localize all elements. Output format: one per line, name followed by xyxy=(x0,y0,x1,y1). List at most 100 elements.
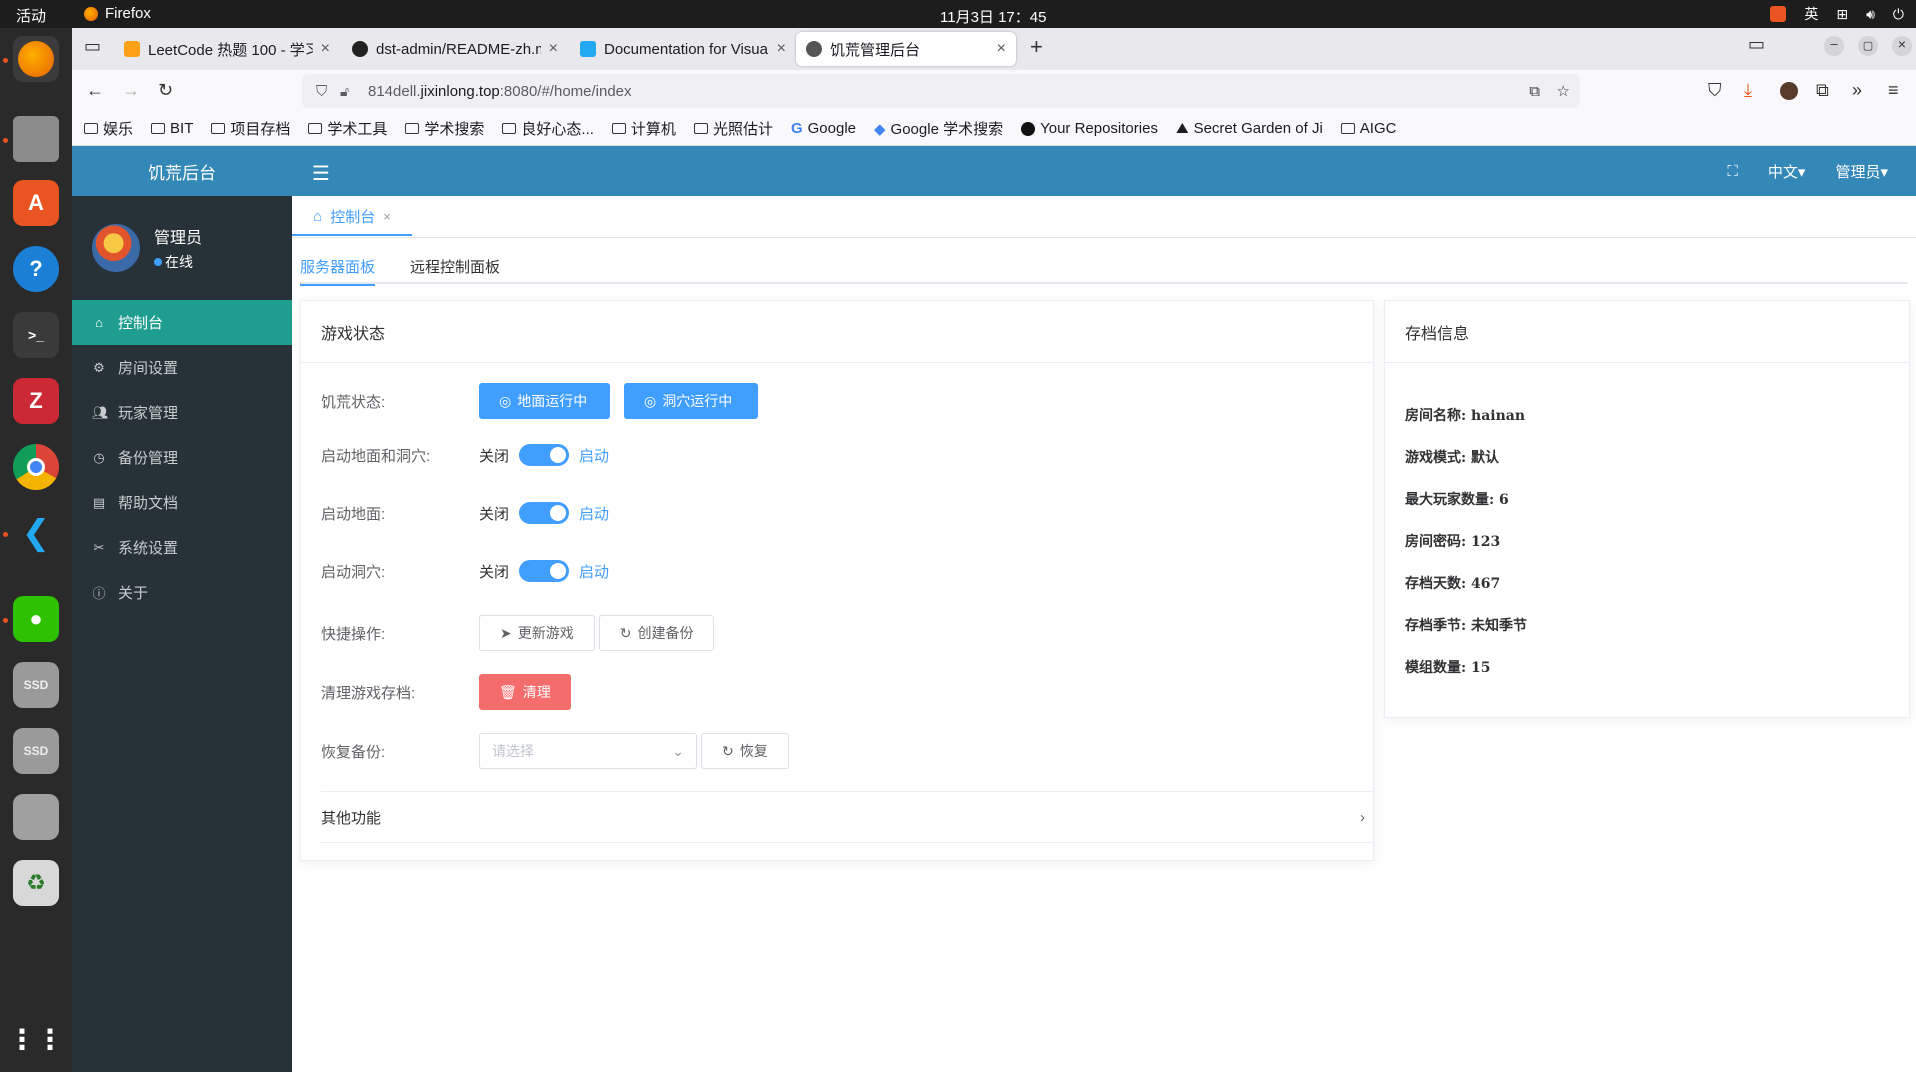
bookmark-item[interactable]: 光照估计 xyxy=(693,118,773,139)
more-tools-icon[interactable]: » xyxy=(1852,80,1862,101)
translate-icon[interactable]: ⧉ xyxy=(1529,83,1540,100)
sidebar-item-dashboard[interactable]: ⌂ 控制台 xyxy=(72,300,292,345)
clock[interactable]: 11月3日 17：45 xyxy=(940,6,1046,27)
app-center-dock-icon[interactable]: A xyxy=(13,180,59,226)
bookmark-item[interactable]: BIT xyxy=(151,120,193,137)
bookmark-item[interactable]: ⛰ Secret Garden of Ji xyxy=(1176,120,1323,137)
fullscreen-icon[interactable]: ⛶ xyxy=(1727,163,1738,180)
shield-icon[interactable]: ⛉ xyxy=(316,83,327,100)
sidebar-item-help[interactable]: ▤ 帮助文档 xyxy=(72,480,292,525)
toggle-cave[interactable] xyxy=(519,560,570,582)
sidebar-item-room-settings[interactable]: ⚙ 房间设置 xyxy=(72,345,292,390)
bookmark-star-icon[interactable]: ☆ xyxy=(1557,82,1570,100)
github-icon xyxy=(1021,121,1036,136)
bookmark-item[interactable]: Your Repositories xyxy=(1021,120,1158,137)
site-icon: ⛰ xyxy=(1175,120,1189,137)
app-menu[interactable]: Firefox xyxy=(84,5,151,22)
trash-icon[interactable]: ♻ xyxy=(13,860,59,906)
update-game-button[interactable]: ➤ 更新游戏 xyxy=(479,615,595,651)
tab-list-icon[interactable]: ▭ xyxy=(84,36,101,57)
ime-indicator[interactable]: 英 xyxy=(1804,4,1818,24)
toggle-ground-and-cave[interactable] xyxy=(519,444,570,466)
menu-icon[interactable]: ≡ xyxy=(1888,80,1899,101)
restore-button[interactable]: ↻ 恢复 xyxy=(701,733,789,769)
browser-tab[interactable]: LeetCode 热题 100 - 学习 × xyxy=(114,32,340,66)
sidebar-item-system-settings[interactable]: ✂ 系统设置 xyxy=(72,525,292,570)
extensions-icon[interactable]: ⧉ xyxy=(1816,80,1829,101)
network-icon[interactable]: ⊞ xyxy=(1836,6,1848,23)
reload-icon[interactable]: ↻ xyxy=(158,80,173,101)
activities-button[interactable]: 活动 xyxy=(16,5,46,26)
wechat-dock-icon[interactable]: ● xyxy=(13,596,59,642)
close-tab-icon[interactable]: × xyxy=(777,40,786,58)
vscode-dock-icon[interactable]: ❮ xyxy=(13,510,59,556)
close-tab-icon[interactable]: × xyxy=(549,40,558,58)
account-icon[interactable] xyxy=(1780,82,1798,100)
tab-server-panel[interactable]: 服务器面板 xyxy=(300,256,376,286)
browser-tab[interactable]: dst-admin/README-zh.m × xyxy=(342,32,568,66)
app-grid-icon[interactable]: ⋮⋮ xyxy=(8,1016,64,1062)
clean-button[interactable]: 🗑︎ 清理 xyxy=(479,674,571,710)
bookmark-item[interactable]: 学术搜索 xyxy=(405,118,484,139)
chrome-dock-icon[interactable] xyxy=(13,444,59,490)
toggle-ground[interactable] xyxy=(519,502,570,524)
new-tab-icon[interactable]: + xyxy=(1030,34,1043,60)
dock: A ? >_ Z ❮ ● SSD SSD ♻ ⋮⋮ xyxy=(0,28,72,1072)
user-panel: 管理员 在线 xyxy=(72,196,292,300)
cave-running-button[interactable]: ◎ 洞穴运行中 xyxy=(624,383,758,419)
minimize-icon[interactable]: – xyxy=(1824,36,1844,56)
insecure-lock-icon[interactable]: 🔓︎ xyxy=(340,83,349,100)
browser-tab[interactable]: Documentation for Visua × xyxy=(570,32,796,66)
bookmark-item[interactable]: 项目存档 xyxy=(211,118,290,139)
drive-icon[interactable] xyxy=(13,794,59,840)
tag-dashboard[interactable]: ⌂ 控制台 × xyxy=(292,198,412,236)
url-bar[interactable]: ⛉ 🔓︎ 814dell. jixinlong.top:8080/#/home/i… xyxy=(302,74,1580,108)
bookmark-item[interactable]: 学术工具 xyxy=(308,118,387,139)
bookmark-item[interactable]: 良好心态... xyxy=(502,118,594,139)
browser-tab-active[interactable]: 饥荒管理后台 × xyxy=(796,32,1016,66)
power-icon[interactable]: ⏻ xyxy=(1893,6,1904,23)
sidebar-item-players[interactable]: 👥︎ 玩家管理 xyxy=(72,390,292,435)
tab-overview-icon[interactable]: ▭ xyxy=(1748,34,1765,55)
zotero-dock-icon[interactable]: Z xyxy=(13,378,59,424)
pocket-icon[interactable]: ⛉ xyxy=(1708,80,1722,101)
forward-icon[interactable]: → xyxy=(122,80,140,101)
terminal-dock-icon[interactable]: >_ xyxy=(13,312,59,358)
create-backup-button[interactable]: ↻ 创建备份 xyxy=(598,615,715,651)
clean-row: 清理游戏存档: 🗑︎ 清理 xyxy=(321,674,571,710)
ground-running-button[interactable]: ◎ 地面运行中 xyxy=(479,383,610,419)
bookmark-item[interactable]: 娱乐 xyxy=(84,118,133,139)
language-dropdown[interactable]: 中文▾ xyxy=(1768,161,1806,182)
ssd-drive-icon[interactable]: SSD xyxy=(13,662,59,708)
bookmark-item[interactable]: AIGC xyxy=(1340,120,1396,137)
status-row: 饥荒状态: ◎ 地面运行中 ◎ 洞穴运行中 xyxy=(321,383,758,419)
tab-remote-panel[interactable]: 远程控制面板 xyxy=(410,256,500,277)
close-tag-icon[interactable]: × xyxy=(383,209,391,224)
back-icon[interactable]: ← xyxy=(86,80,104,101)
bookmark-item[interactable]: ◆ Google 学术搜索 xyxy=(874,118,1003,139)
sidebar-item-about[interactable]: ⓘ 关于 xyxy=(72,570,292,615)
ssd-drive-icon[interactable]: SSD xyxy=(13,728,59,774)
folder-icon xyxy=(84,123,98,134)
close-tab-icon[interactable]: × xyxy=(997,40,1006,58)
bookmark-item[interactable]: 计算机 xyxy=(611,118,676,139)
backup-select[interactable]: 请选择 ⌄ xyxy=(479,733,697,769)
bookmark-item[interactable]: G Google xyxy=(791,120,856,137)
other-functions-collapse[interactable]: 其他功能 › xyxy=(321,791,1375,843)
trash-icon: 🗑︎ xyxy=(499,683,517,700)
firefox-dock-icon[interactable] xyxy=(13,36,59,82)
app-logo[interactable]: 饥荒后台 xyxy=(72,146,292,196)
help-dock-icon[interactable]: ? xyxy=(13,246,59,292)
files-dock-icon[interactable] xyxy=(13,116,59,162)
user-dropdown[interactable]: 管理员▾ xyxy=(1835,161,1888,182)
close-window-icon[interactable]: × xyxy=(1892,36,1912,56)
sidebar-item-backups[interactable]: ◷ 备份管理 xyxy=(72,435,292,480)
downloads-icon[interactable]: ⤓ xyxy=(1744,80,1752,101)
indicator-icon[interactable] xyxy=(1770,6,1787,22)
collapse-menu-icon[interactable]: ☰ xyxy=(312,161,330,186)
volume-icon[interactable]: 🔊︎ xyxy=(1866,6,1875,23)
folder-icon xyxy=(308,123,323,134)
close-tab-icon[interactable]: × xyxy=(321,40,330,58)
leetcode-favicon xyxy=(124,41,140,57)
maximize-icon[interactable]: ▢ xyxy=(1858,36,1878,56)
